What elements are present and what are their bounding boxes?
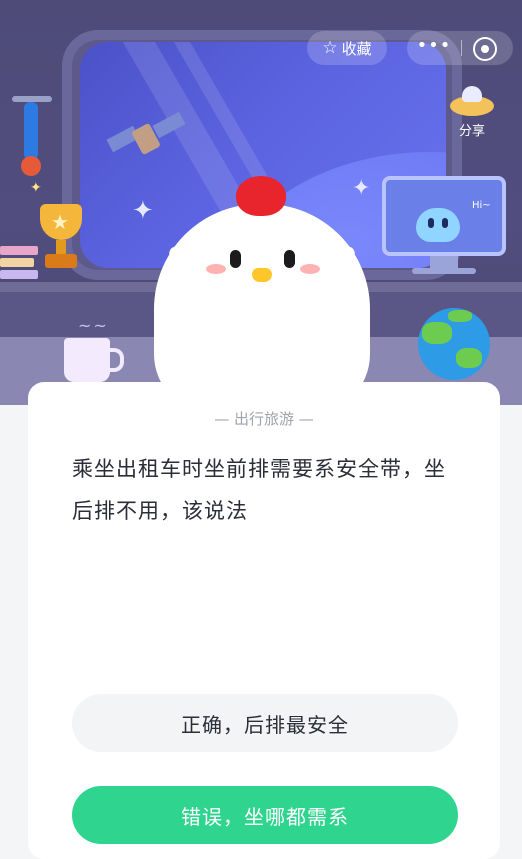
more-button[interactable]: ••• (407, 35, 461, 56)
sparkle-icon: ✦ (132, 196, 154, 226)
question-category: — 出行旅游 — (214, 410, 314, 428)
globe-icon (418, 308, 490, 380)
comb-icon (236, 176, 286, 216)
monitor-greeting: Hi~ (472, 200, 491, 211)
sparkle-icon: ✦ (30, 180, 42, 196)
miniapp-capsule: ••• (407, 31, 513, 65)
question-text: 乘坐出租车时坐前排需要系安全带，坐后排不用，该说法 (72, 457, 446, 523)
star-icon: ☆ (322, 38, 338, 58)
satellite-icon (106, 111, 188, 170)
alien-icon (416, 208, 460, 242)
mascot-chicken (154, 176, 370, 405)
illustration-scene: ✦ ✦ ✦ ★ Hi~ ~~ ☆ 收藏 ••• 分享 (0, 0, 522, 405)
question-card: — 出行旅游 — 乘坐出租车时坐前排需要系安全带，坐后排不用，该说法 正确，后排… (28, 382, 500, 859)
trophy-icon: ★ (34, 204, 88, 274)
share-button[interactable]: 分享 (440, 86, 504, 162)
mug-icon (64, 338, 124, 382)
steam-icon: ~~ (78, 316, 109, 335)
answer-option-wrong[interactable]: 错误，坐哪都需系 (72, 786, 458, 844)
share-label: 分享 (458, 124, 485, 139)
capsule-divider (461, 40, 462, 56)
close-icon[interactable] (473, 37, 497, 61)
answer-option-correct[interactable]: 正确，后排最安全 (72, 694, 458, 752)
favorite-label: 收藏 (341, 39, 372, 58)
monitor-icon: Hi~ (382, 176, 506, 276)
ufo-icon (450, 86, 494, 116)
rocket-icon (12, 96, 52, 178)
favorite-button[interactable]: ☆ 收藏 (307, 31, 387, 65)
